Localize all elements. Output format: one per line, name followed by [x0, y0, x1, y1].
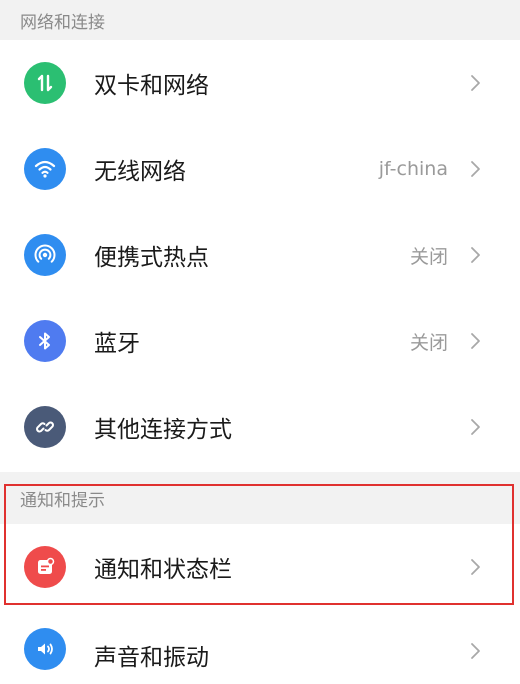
chevron-right-icon	[466, 558, 484, 576]
section-header-notifications: 通知和提示	[0, 472, 520, 524]
settings-item-sound[interactable]: 声音和振动	[0, 612, 520, 684]
chevron-right-icon	[466, 642, 484, 660]
hotspot-icon	[24, 234, 66, 276]
bluetooth-icon	[24, 320, 66, 362]
settings-item-label: 蓝牙	[94, 331, 140, 357]
settings-item-label: 其他连接方式	[94, 417, 232, 443]
settings-item-value: jf-china	[378, 158, 448, 180]
settings-item-hotspot[interactable]: 便携式热点 关闭	[0, 212, 520, 298]
settings-item-dual-sim[interactable]: 双卡和网络	[0, 40, 520, 126]
speaker-icon	[24, 628, 66, 670]
settings-item-label: 无线网络	[94, 159, 186, 185]
settings-item-label: 声音和振动	[94, 645, 209, 671]
settings-item-wifi[interactable]: 无线网络 jf-china	[0, 126, 520, 212]
wifi-icon	[24, 148, 66, 190]
settings-item-label: 便携式热点	[94, 245, 209, 271]
section-header-network: 网络和连接	[0, 0, 520, 40]
settings-item-notifications[interactable]: 通知和状态栏	[0, 524, 520, 610]
chevron-right-icon	[466, 246, 484, 264]
settings-item-label: 通知和状态栏	[94, 557, 232, 583]
chevron-right-icon	[466, 160, 484, 178]
settings-item-value: 关闭	[409, 331, 448, 354]
dual-sim-icon	[24, 62, 66, 104]
settings-item-other-connections[interactable]: 其他连接方式	[0, 384, 520, 470]
settings-item-label: 双卡和网络	[94, 73, 209, 99]
chevron-right-icon	[466, 74, 484, 92]
chevron-right-icon	[466, 418, 484, 436]
settings-item-value: 关闭	[409, 245, 448, 268]
section-header-label: 通知和提示	[20, 490, 105, 511]
notification-icon	[24, 546, 66, 588]
chevron-right-icon	[466, 332, 484, 350]
settings-item-bluetooth[interactable]: 蓝牙 关闭	[0, 298, 520, 384]
section-header-label: 网络和连接	[20, 12, 105, 33]
link-icon	[24, 406, 66, 448]
